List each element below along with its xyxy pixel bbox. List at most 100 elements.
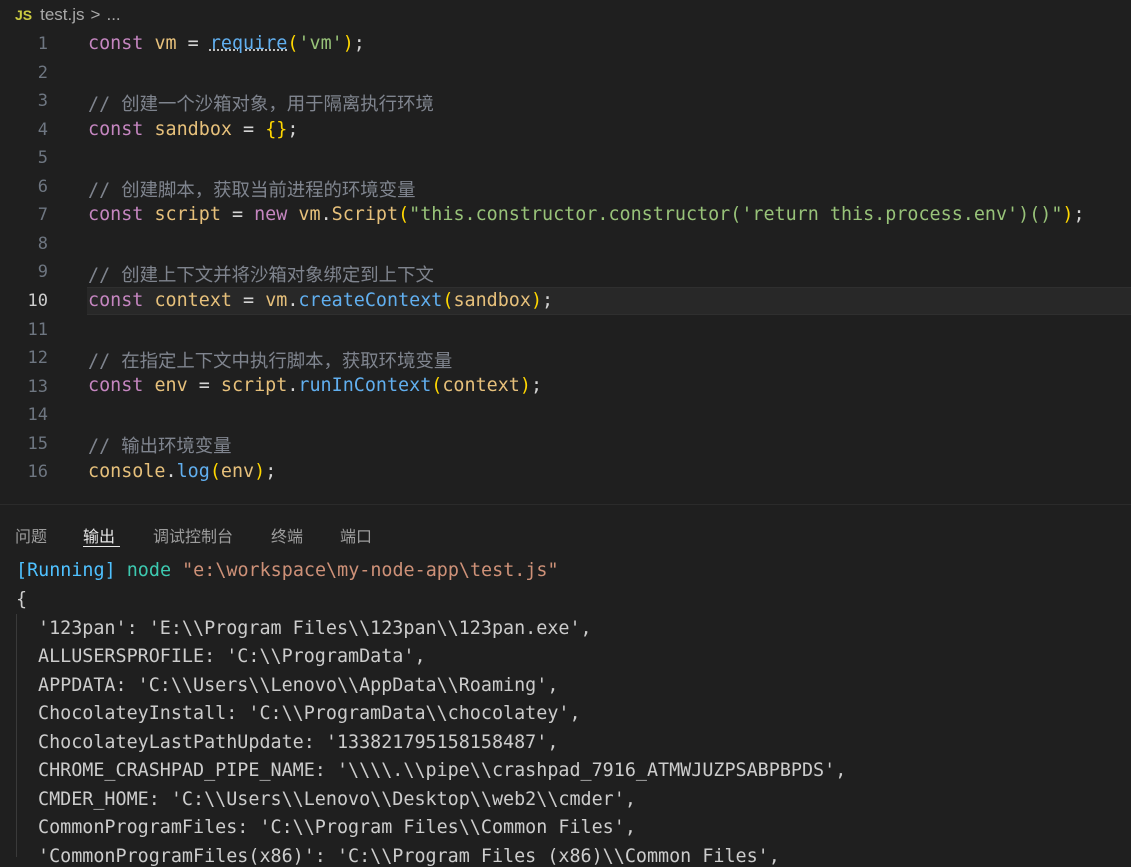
line-number: 4: [37, 120, 48, 140]
line-number: 5: [37, 148, 48, 168]
output-entry: '123pan': 'E:\\Program Files\\123pan\\12…: [38, 618, 592, 639]
object-name: script: [220, 375, 288, 396]
operator: =: [176, 33, 210, 54]
semicolon: ;: [530, 375, 543, 396]
identifier: env: [154, 375, 188, 396]
braces: {}: [265, 119, 288, 140]
line-number: 15: [27, 434, 48, 454]
paren: ): [254, 461, 266, 482]
paren: (: [209, 461, 221, 482]
code-comment: // 创建脚本，获取当前进程的环境变量: [88, 180, 416, 201]
tab-terminal[interactable]: 终端: [271, 523, 303, 547]
identifier: context: [154, 290, 232, 311]
semicolon: ;: [542, 290, 554, 311]
keyword: const: [88, 119, 144, 140]
dot: .: [165, 461, 177, 482]
output-entry: ALLUSERSPROFILE: 'C:\\ProgramData',: [38, 646, 426, 667]
code-comment: // 创建一个沙箱对象，用于隔离执行环境: [88, 94, 434, 115]
line-number: 16: [27, 462, 48, 482]
operator: =: [231, 290, 266, 311]
keyword: const: [88, 290, 144, 311]
line-number: 12: [27, 348, 48, 368]
function-call: require: [209, 33, 288, 54]
output-panel[interactable]: [Running] node "e:\workspace\my-node-app…: [0, 555, 1131, 867]
output-entry: APPDATA: 'C:\\Users\\Lenovo\\AppData\\Ro…: [38, 675, 559, 696]
object-name: console: [88, 461, 166, 482]
argument: env: [220, 461, 255, 482]
line-number: 7: [37, 205, 48, 225]
operator: =: [220, 204, 255, 225]
tab-ports[interactable]: 端口: [340, 523, 372, 547]
line-number: 8: [37, 234, 48, 254]
code-line-13: const env = script.runInContext(context)…: [88, 375, 542, 396]
keyword: const: [88, 33, 144, 54]
line-number: 11: [27, 320, 48, 340]
output-entry: CMDER_HOME: 'C:\\Users\\Lenovo\\Desktop\…: [38, 789, 636, 810]
panel-tab-bar: 问题 输出 调试控制台 终端 端口: [0, 505, 1131, 555]
paren: (: [431, 375, 443, 396]
paren: ): [519, 375, 531, 396]
tab-debug-console[interactable]: 调试控制台: [153, 523, 233, 547]
command-name: node: [126, 560, 172, 581]
code-line-16: console.log(env);: [88, 461, 276, 482]
keyword-new: new: [254, 204, 288, 225]
paren: ): [1062, 204, 1074, 225]
semicolon: ;: [287, 119, 299, 140]
object-name: vm: [265, 290, 288, 311]
semicolon: ;: [265, 461, 277, 482]
paren: (: [398, 204, 410, 225]
code-comment: // 创建上下文并将沙箱对象绑定到上下文: [88, 265, 434, 286]
breadcrumb-file-name[interactable]: test.js: [40, 5, 84, 25]
line-number: 1: [37, 34, 48, 54]
code-comment: // 在指定上下文中执行脚本，获取环境变量: [88, 351, 453, 372]
running-tag: [Running]: [16, 560, 116, 581]
code-editor[interactable]: 1 2 3 4 5 6 7 8 9 10 11 12 13 14 15 16 c…: [0, 30, 1131, 504]
class-name: Script: [331, 204, 399, 225]
line-number: 14: [27, 405, 48, 425]
paren: (: [442, 290, 454, 311]
identifier: sandbox: [154, 119, 232, 140]
argument: sandbox: [453, 290, 531, 311]
semicolon: ;: [353, 33, 365, 54]
argument: context: [442, 375, 520, 396]
code-line-7: const script = new vm.Script("this.const…: [88, 204, 1085, 225]
code-line-10: const context = vm.createContext(sandbox…: [88, 290, 553, 311]
output-entry: CHROME_CRASHPAD_PIPE_NAME: '\\\\.\\pipe\…: [38, 760, 847, 781]
output-run-line: [Running] node "e:\workspace\my-node-app…: [16, 560, 559, 581]
code-line-4: const sandbox = {};: [88, 119, 298, 140]
operator: =: [187, 375, 221, 396]
function-call: runInContext: [298, 375, 432, 396]
paren: ): [342, 33, 354, 54]
function-call: log: [176, 461, 210, 482]
output-entry: CommonProgramFiles: 'C:\\Program Files\\…: [38, 817, 636, 838]
javascript-file-icon: JS: [15, 7, 33, 23]
operator: =: [231, 119, 266, 140]
function-call: createContext: [298, 290, 443, 311]
dot: .: [320, 204, 332, 225]
breadcrumb: JS test.js > ...: [0, 0, 1131, 30]
chevron-right-icon: >: [90, 5, 101, 24]
active-tab-indicator: [83, 546, 120, 547]
paren: ): [530, 290, 543, 311]
line-number: 9: [37, 262, 48, 282]
string-literal: 'vm': [298, 33, 343, 54]
breadcrumb-more[interactable]: ...: [106, 5, 120, 25]
script-path: "e:\workspace\my-node-app\test.js": [182, 560, 559, 581]
line-number: 3: [37, 91, 48, 111]
tab-output[interactable]: 输出: [83, 523, 115, 547]
line-number-current: 10: [27, 291, 48, 311]
line-number: 2: [37, 63, 48, 83]
keyword: const: [88, 204, 144, 225]
dot: .: [287, 290, 299, 311]
identifier: script: [154, 204, 221, 225]
dot: .: [287, 375, 299, 396]
string-literal: "this.constructor.constructor('return th…: [409, 204, 1063, 225]
open-brace: {: [16, 589, 28, 610]
tab-problems[interactable]: 问题: [15, 523, 47, 547]
paren: (: [287, 33, 299, 54]
indent-guide: [16, 614, 17, 857]
code-line-1: const vm = require('vm');: [88, 33, 365, 54]
object-name: vm: [298, 204, 321, 225]
code-comment: // 输出环境变量: [88, 436, 232, 457]
identifier: vm: [154, 33, 177, 54]
